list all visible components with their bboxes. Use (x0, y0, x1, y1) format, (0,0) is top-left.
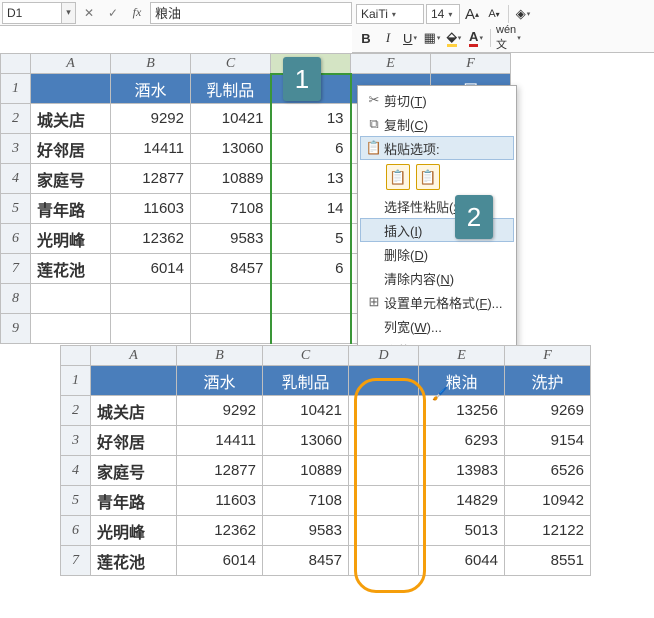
menu-format-cells[interactable]: ⊞设置单元格格式(F)... (360, 290, 514, 314)
context-menu: ✂剪切(T) ⧉复制(C) 📋粘贴选项: 📋 📋 选择性粘贴(S)... 插入(… (357, 85, 517, 365)
clipboard-icon: 📋 (364, 140, 384, 156)
table-row: 4家庭号1287710889139836526 (61, 456, 591, 486)
paste-options-row: 📋 📋 (360, 160, 514, 194)
name-box-dropdown[interactable]: ▾ (62, 2, 76, 24)
col-header[interactable]: B (177, 346, 263, 366)
border-button[interactable]: ▦ (422, 28, 442, 48)
font-name-combo[interactable]: KaiTi (356, 4, 424, 24)
row-header[interactable]: 1 (1, 74, 31, 104)
underline-button[interactable]: U (400, 28, 420, 48)
col-header[interactable]: A (91, 346, 177, 366)
col-header[interactable]: C (191, 54, 271, 74)
col-header[interactable]: F (431, 54, 511, 74)
increase-font-icon[interactable]: A▴ (462, 4, 482, 24)
menu-cut[interactable]: ✂剪切(T) (360, 88, 514, 112)
select-all-corner[interactable] (61, 346, 91, 366)
font-ribbon: KaiTi 14 A▴ A▾ ◈ B I U ▦ ⬙ A wén文 (352, 0, 654, 53)
scissors-icon: ✂ (364, 92, 384, 108)
menu-col-width[interactable]: 列宽(W)... (360, 314, 514, 338)
font-color-button[interactable]: A (466, 28, 486, 48)
bold-button[interactable]: B (356, 28, 376, 48)
cell[interactable]: 酒水 (111, 74, 191, 104)
cell[interactable] (31, 74, 111, 104)
col-header[interactable]: D (349, 346, 419, 366)
step-marker-1: 1 (283, 57, 321, 101)
col-header[interactable]: E (351, 54, 431, 74)
paste-keep-source-icon[interactable]: 📋 (386, 164, 410, 190)
paintbrush-icon[interactable]: 🖌️ (432, 386, 448, 402)
col-header[interactable]: F (505, 346, 591, 366)
formula-bar: D1 ▾ ✕ ✓ fx 粮油 (0, 0, 352, 26)
phonetic-button[interactable]: wén文 (495, 28, 522, 48)
column-header-row: A B C D E F (1, 54, 511, 74)
table-row: 1 酒水 乳制品 粮油 洗护 (61, 366, 591, 396)
col-header[interactable]: E (419, 346, 505, 366)
menu-copy[interactable]: ⧉复制(C) (360, 112, 514, 136)
column-header-row: A B C D E F (61, 346, 591, 366)
table-row: 6光明峰123629583501312122 (61, 516, 591, 546)
formula-input[interactable]: 粮油 (150, 2, 352, 24)
cancel-icon[interactable]: ✕ (78, 2, 100, 24)
format-icon: ⊞ (364, 294, 384, 310)
menu-clear[interactable]: 清除内容(N) (360, 266, 514, 290)
table-row: 3好邻居144111306062939154 (61, 426, 591, 456)
paste-values-icon[interactable]: 📋 (416, 164, 440, 190)
menu-delete[interactable]: 删除(D) (360, 242, 514, 266)
col-header[interactable]: B (111, 54, 191, 74)
col-header[interactable]: A (31, 54, 111, 74)
step-marker-2: 2 (455, 195, 493, 239)
fx-icon[interactable]: fx (126, 2, 148, 24)
col-header[interactable]: C (263, 346, 349, 366)
spreadsheet-bottom[interactable]: A B C D E F 1 酒水 乳制品 粮油 洗护 2城关店929210421… (60, 345, 591, 576)
select-all-corner[interactable] (1, 54, 31, 74)
fill-color-button[interactable]: ⬙ (444, 28, 464, 48)
table-row: 5青年路1160371081482910942 (61, 486, 591, 516)
accept-icon[interactable]: ✓ (102, 2, 124, 24)
name-box[interactable]: D1 (2, 2, 62, 24)
table-row: 7莲花池6014845760448551 (61, 546, 591, 576)
menu-paste-options[interactable]: 📋粘贴选项: (360, 136, 514, 160)
clear-format-icon[interactable]: ◈ (513, 4, 533, 24)
copy-icon: ⧉ (364, 116, 384, 132)
decrease-font-icon[interactable]: A▾ (484, 4, 504, 24)
font-size-combo[interactable]: 14 (426, 4, 460, 24)
cell[interactable]: 乳制品 (191, 74, 271, 104)
table-row: 2城关店929210421132569269 (61, 396, 591, 426)
italic-button[interactable]: I (378, 28, 398, 48)
